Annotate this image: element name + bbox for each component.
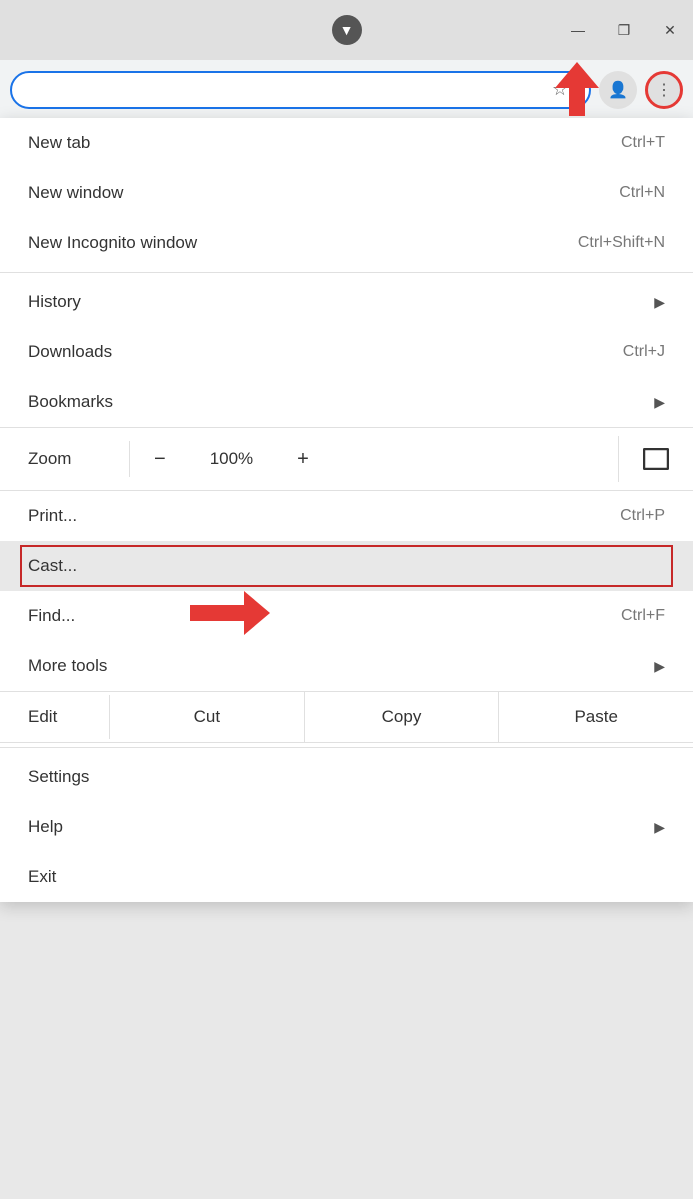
more-tools-label: More tools [28, 656, 107, 676]
title-bar-controls: — ❐ ✕ [555, 0, 693, 60]
chrome-menu-button[interactable]: ⋮ [645, 71, 683, 109]
copy-button[interactable]: Copy [305, 692, 500, 742]
minimize-button[interactable]: — [555, 0, 601, 60]
downloads-label: Downloads [28, 342, 112, 362]
fullscreen-button[interactable] [619, 440, 693, 478]
menu-item-find[interactable]: Find... Ctrl+F [0, 591, 693, 641]
downloads-shortcut: Ctrl+J [623, 343, 665, 361]
dropdown-icon[interactable]: ▼ [332, 15, 362, 45]
menu-item-cast[interactable]: Cast... [0, 541, 693, 591]
find-label: Find... [28, 606, 75, 626]
exit-label: Exit [28, 867, 56, 887]
title-bar-center: ▼ [332, 15, 362, 45]
menu-item-history[interactable]: History ▶ [0, 277, 693, 327]
new-incognito-shortcut: Ctrl+Shift+N [578, 234, 665, 252]
menu-item-more-tools[interactable]: More tools ▶ [0, 641, 693, 691]
print-label: Print... [28, 506, 77, 526]
settings-label: Settings [28, 767, 89, 787]
bookmarks-label: Bookmarks [28, 392, 113, 412]
more-tools-arrow-icon: ▶ [654, 658, 665, 675]
menu-item-settings[interactable]: Settings [0, 752, 693, 802]
new-tab-shortcut: Ctrl+T [621, 134, 665, 152]
cast-item-wrapper: Cast... [0, 541, 693, 591]
menu-item-new-incognito[interactable]: New Incognito window Ctrl+Shift+N [0, 218, 693, 268]
print-shortcut: Ctrl+P [620, 507, 665, 525]
profile-button[interactable]: 👤 [599, 71, 637, 109]
zoom-plus-button[interactable]: + [273, 436, 333, 482]
address-bar[interactable]: ☆ [10, 71, 591, 109]
help-arrow-icon: ▶ [654, 819, 665, 836]
menu-item-print[interactable]: Print... Ctrl+P [0, 491, 693, 541]
zoom-row: Zoom − 100% + [0, 427, 693, 491]
cast-border-annotation [20, 545, 673, 587]
zoom-controls: − 100% + [130, 436, 619, 482]
menu-item-new-tab[interactable]: New tab Ctrl+T [0, 118, 693, 168]
menu-item-help[interactable]: Help ▶ [0, 802, 693, 852]
find-shortcut: Ctrl+F [621, 607, 665, 625]
menu-item-exit[interactable]: Exit [0, 852, 693, 902]
restore-button[interactable]: ❐ [601, 0, 647, 60]
divider-1 [0, 272, 693, 273]
help-label: Help [28, 817, 63, 837]
history-label: History [28, 292, 81, 312]
title-bar: ▼ — ❐ ✕ [0, 0, 693, 60]
new-window-shortcut: Ctrl+N [619, 184, 665, 202]
zoom-label[interactable]: Zoom [0, 441, 130, 477]
new-incognito-label: New Incognito window [28, 233, 197, 253]
chrome-menu: New tab Ctrl+T New window Ctrl+N New Inc… [0, 118, 693, 902]
new-tab-label: New tab [28, 133, 90, 153]
zoom-value: 100% [190, 441, 273, 477]
cast-label: Cast... [28, 556, 77, 576]
edit-row: Edit Cut Copy Paste [0, 691, 693, 743]
arrow-up-annotation [555, 62, 599, 116]
new-window-label: New window [28, 183, 123, 203]
edit-label: Edit [0, 695, 110, 739]
divider-2 [0, 747, 693, 748]
bookmarks-arrow-icon: ▶ [654, 394, 665, 411]
history-arrow-icon: ▶ [654, 294, 665, 311]
arrow-left-annotation [190, 591, 270, 635]
menu-item-downloads[interactable]: Downloads Ctrl+J [0, 327, 693, 377]
cut-button[interactable]: Cut [110, 692, 305, 742]
zoom-minus-button[interactable]: − [130, 436, 190, 482]
menu-item-bookmarks[interactable]: Bookmarks ▶ [0, 377, 693, 427]
close-button[interactable]: ✕ [647, 0, 693, 60]
paste-button[interactable]: Paste [499, 692, 693, 742]
menu-item-new-window[interactable]: New window Ctrl+N [0, 168, 693, 218]
